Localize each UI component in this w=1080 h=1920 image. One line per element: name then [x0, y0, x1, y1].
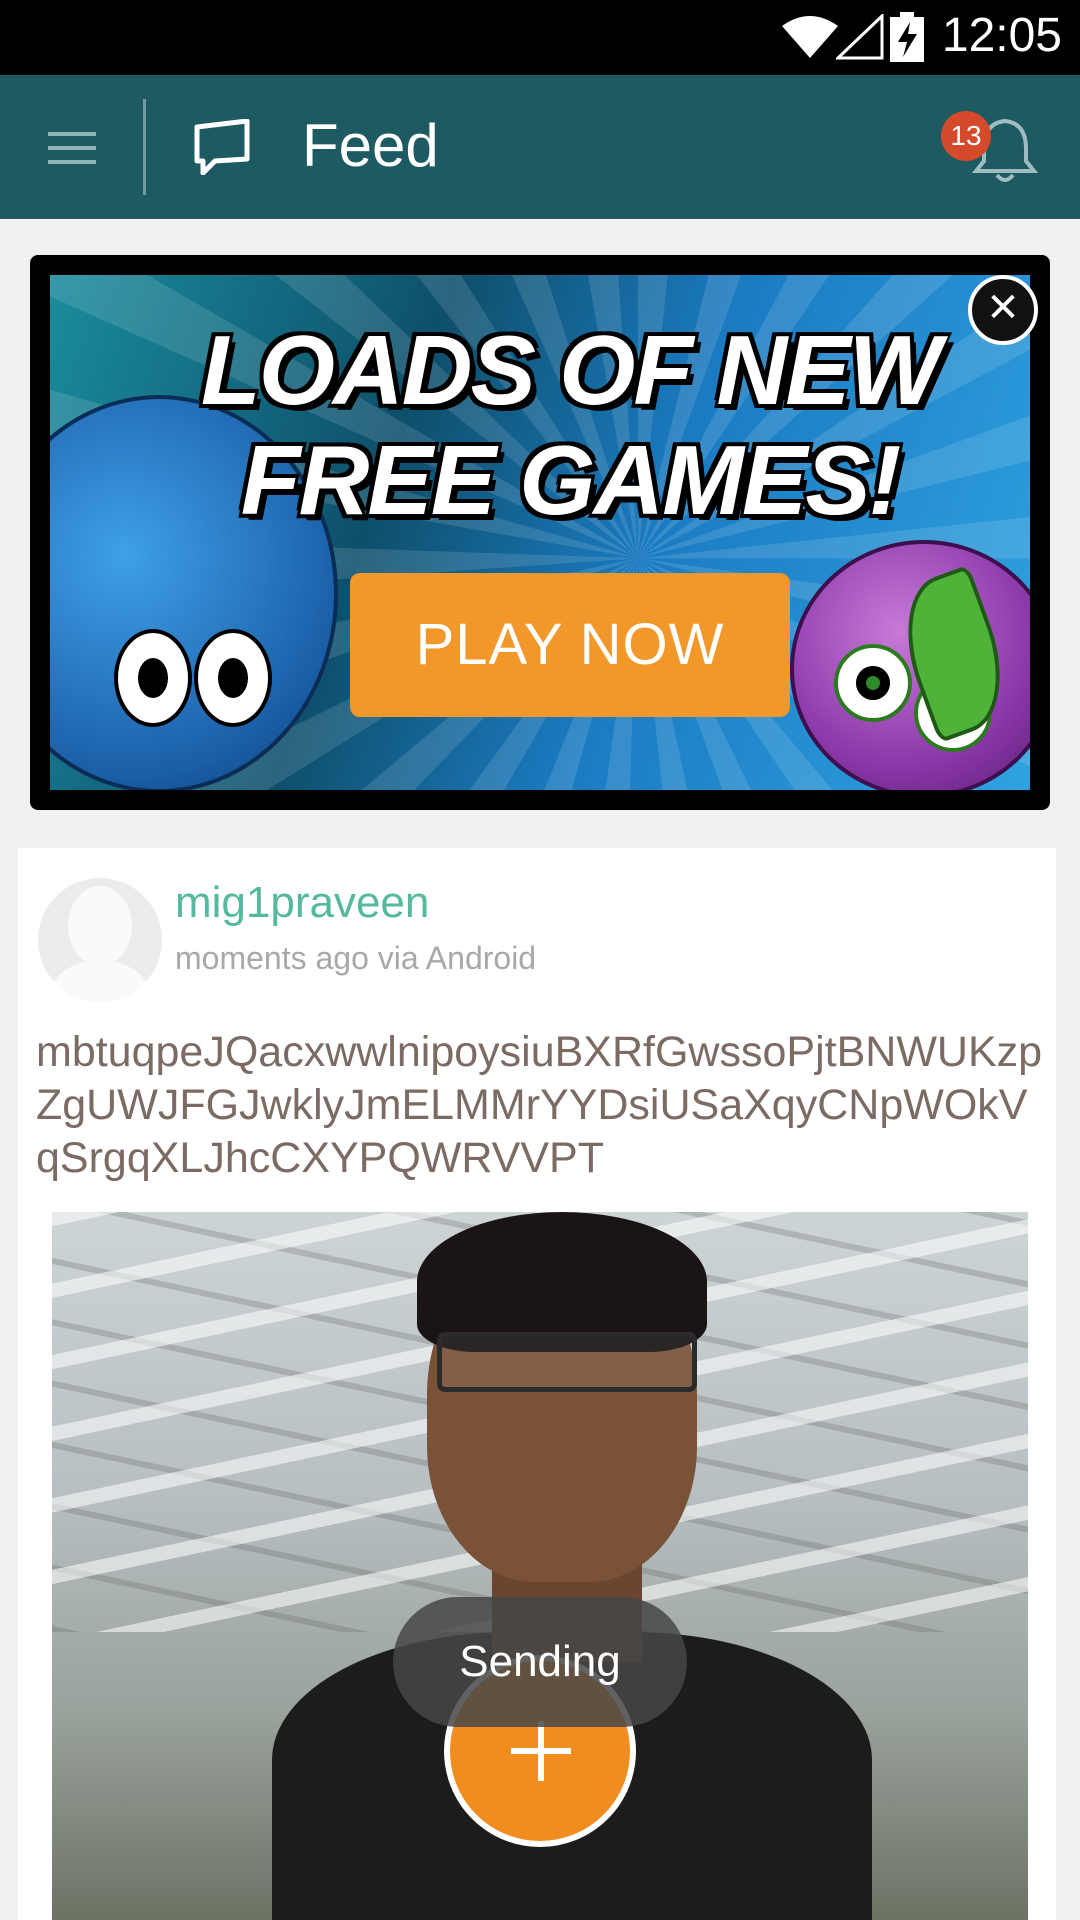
ad-plum-eye [834, 644, 912, 722]
avatar-shoulders [48, 960, 152, 1002]
menu-icon-bar [48, 160, 96, 164]
menu-icon-bar [48, 146, 96, 150]
page-title: Feed [302, 112, 439, 179]
status-bar: 12:05 [0, 0, 1080, 75]
signal-icon [836, 14, 884, 60]
photo-person-hair [417, 1212, 707, 1352]
sending-toast: Sending [393, 1597, 687, 1727]
ad-play-now-button[interactable]: PLAY NOW [350, 573, 790, 717]
battery-charging-icon [890, 12, 924, 62]
post-username[interactable]: mig1praveen [175, 878, 429, 928]
clock: 12:05 [941, 9, 1062, 62]
menu-button[interactable] [40, 120, 106, 174]
plus-icon-vertical [538, 1721, 544, 1781]
ad-close-icon[interactable]: ✕ [968, 275, 1038, 345]
ad-headline-line2: FREE GAMES! [240, 425, 902, 535]
avatar[interactable] [38, 878, 162, 1002]
app-bar: Feed 13 [0, 75, 1080, 219]
ad-bird-eye [114, 629, 192, 727]
post-text: mbtuqpeJQacxwwlnipoysiuBXRfGwssoPjtBNWUK… [36, 1028, 1043, 1182]
ad-headline-line1: LOADS OF NEW [200, 315, 941, 425]
notification-badge: 13 [941, 111, 991, 161]
ad-banner[interactable]: LOADS OF NEW FREE GAMES! PLAY NOW [30, 255, 1050, 810]
wifi-icon [782, 16, 838, 58]
menu-icon [48, 132, 96, 136]
avatar-head [68, 886, 132, 966]
photo-person-glasses [437, 1332, 697, 1392]
ad-headline: LOADS OF NEW FREE GAMES! [180, 315, 960, 535]
ad-image[interactable]: LOADS OF NEW FREE GAMES! PLAY NOW [50, 275, 1030, 790]
app-bar-divider [143, 99, 146, 195]
post-meta: moments ago via Android [175, 940, 537, 976]
feed-icon [194, 119, 250, 175]
ad-bird-eye [194, 629, 272, 727]
